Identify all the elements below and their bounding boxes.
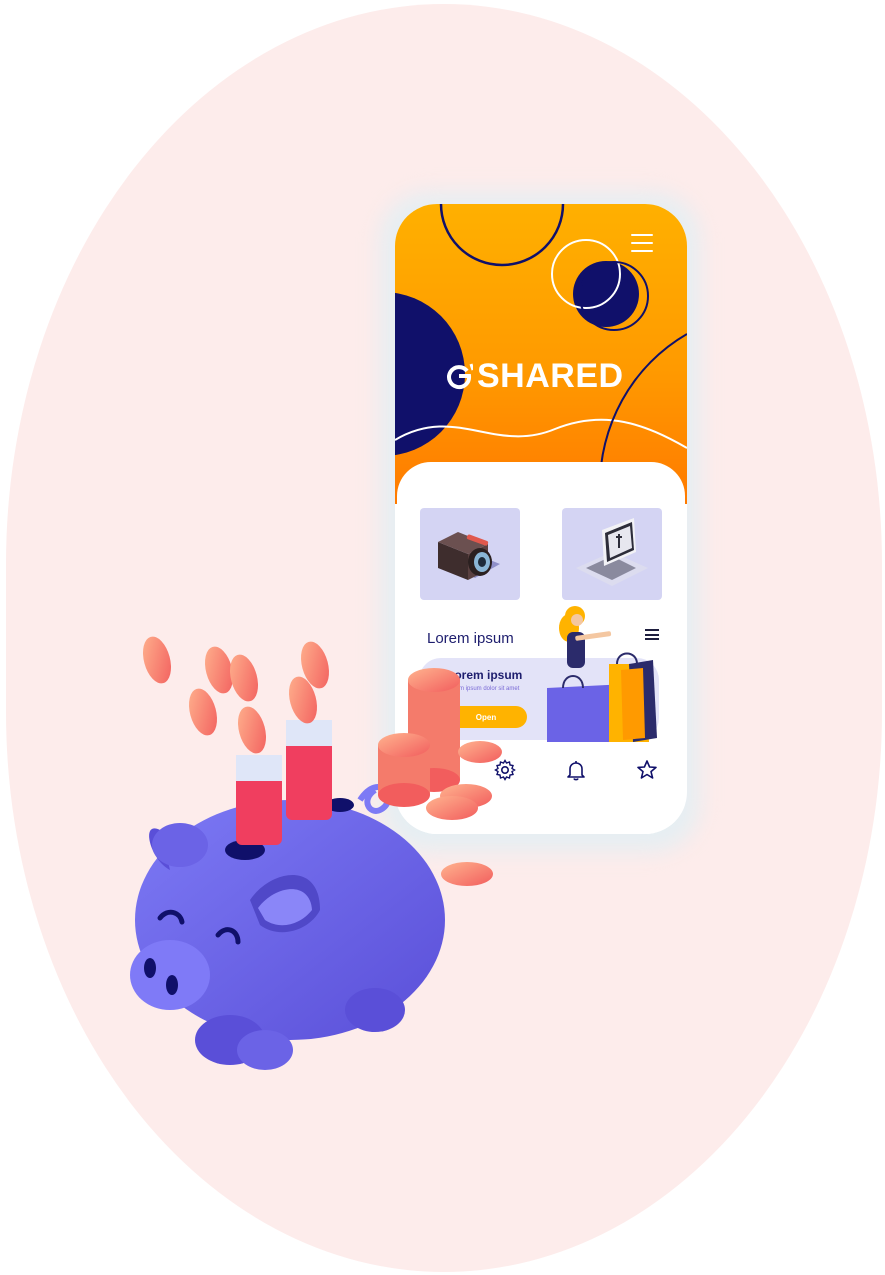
piggy-bank-illustration [130, 636, 502, 1070]
